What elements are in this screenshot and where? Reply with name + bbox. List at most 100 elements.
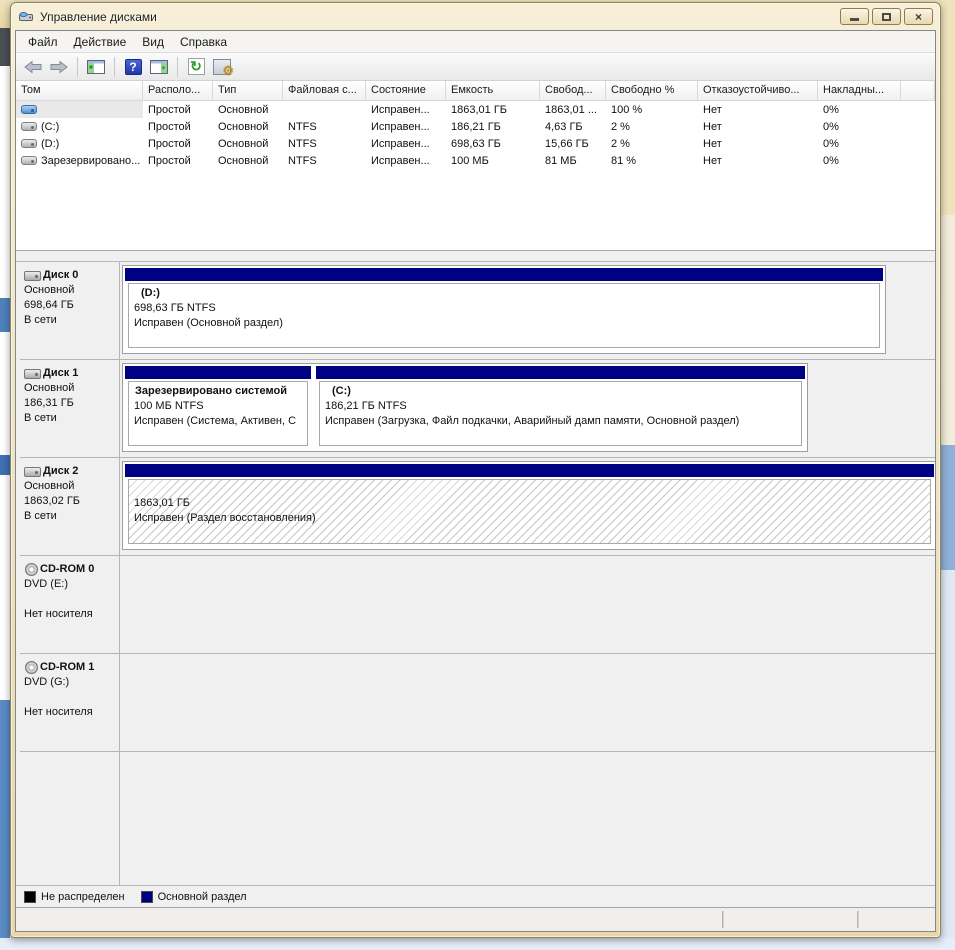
cell-overhead: 0% <box>818 135 901 152</box>
menu-file[interactable]: Файл <box>20 33 66 51</box>
cell-type: Основной <box>213 152 283 169</box>
column-header-status[interactable]: Состояние <box>366 81 446 100</box>
disk-0-label[interactable]: Диск 0 Основной 698,64 ГБ В сети <box>20 262 120 359</box>
minimize-icon <box>850 18 859 21</box>
maximize-icon <box>882 13 891 21</box>
cdrom-icon <box>24 563 38 576</box>
partition-info: (D:) 698,63 ГБ NTFS Исправен (Основной р… <box>128 283 880 348</box>
legend-bar: Не распределен Основной раздел <box>16 885 935 907</box>
cell-filesystem <box>283 101 366 118</box>
cdrom-0-graphic-area <box>120 556 935 653</box>
cell-status: Исправен... <box>366 152 446 169</box>
graphical-view-pane: Диск 0 Основной 698,64 ГБ В сети (D:) 69… <box>16 261 935 885</box>
cdrom-1-graphic-area <box>120 654 935 751</box>
cell-volume: (D:) <box>41 138 59 150</box>
disk-2-label[interactable]: Диск 2 Основной 1863,02 ГБ В сети <box>20 458 120 555</box>
cell-type: Основной <box>213 118 283 135</box>
column-header-free[interactable]: Свобод... <box>540 81 606 100</box>
background-left-blue-band-3 <box>0 700 10 950</box>
column-header-free-pct[interactable]: Свободно % <box>606 81 698 100</box>
statusbar-divider <box>858 911 859 928</box>
legend-label: Основной раздел <box>158 891 247 903</box>
toolbar-separator <box>114 57 115 77</box>
background-left-blue-band <box>0 298 10 332</box>
maximize-button[interactable] <box>872 8 901 25</box>
volume-icon <box>21 105 37 114</box>
cell-free-pct: 2 % <box>606 118 698 135</box>
statusbar-divider <box>723 911 724 928</box>
menu-view[interactable]: Вид <box>134 33 172 51</box>
disk-size: 698,64 ГБ <box>24 298 117 313</box>
column-header-filesystem[interactable]: Файловая с... <box>283 81 366 100</box>
column-header-fault-tolerance[interactable]: Отказоустойчиво... <box>698 81 818 100</box>
cell-free: 1863,01 ... <box>540 101 606 118</box>
help-button[interactable]: ? <box>122 56 144 78</box>
column-header-layout[interactable]: Располо... <box>143 81 213 100</box>
disk-management-window: Управление дисками × Файл Действие Вид С… <box>10 2 941 938</box>
action-pane-button[interactable] <box>148 56 170 78</box>
column-header-volume[interactable]: Том <box>16 81 143 100</box>
menu-help[interactable]: Справка <box>172 33 235 51</box>
cell-status: Исправен... <box>366 118 446 135</box>
menu-action[interactable]: Действие <box>66 33 135 51</box>
console-tree-button[interactable] <box>85 56 107 78</box>
cdrom-row-1: CD-ROM 1 DVD (G:) Нет носителя <box>20 654 935 752</box>
partition-info: Зарезервировано системой 100 МБ NTFS Исп… <box>128 381 308 446</box>
disk-type: Основной <box>24 283 117 298</box>
menubar: Файл Действие Вид Справка <box>16 31 935 53</box>
rescan-disks-button[interactable]: ⚙ <box>211 56 233 78</box>
cell-filesystem: NTFS <box>283 118 366 135</box>
cell-status: Исправен... <box>366 135 446 152</box>
volume-table-header: Том Располо... Тип Файловая с... Состоян… <box>16 81 935 101</box>
partition-system-reserved[interactable]: Зарезервировано системой 100 МБ NTFS Исп… <box>125 366 311 449</box>
cell-overhead: 0% <box>818 101 901 118</box>
minimize-button[interactable] <box>840 8 869 25</box>
pane-splitter[interactable] <box>16 251 935 261</box>
disk-name: Диск 1 <box>43 366 78 381</box>
cell-fault-tolerance: Нет <box>698 101 818 118</box>
partition-c[interactable]: (C:) 186,21 ГБ NTFS Исправен (Загрузка, … <box>316 366 805 449</box>
table-row-system-reserved[interactable]: Зарезервировано... Простой Основной NTFS… <box>16 152 935 169</box>
cell-capacity: 1863,01 ГБ <box>446 101 540 118</box>
volume-icon <box>21 139 37 148</box>
partition-color-bar <box>125 464 934 477</box>
cell-overhead: 0% <box>818 152 901 169</box>
forward-icon <box>50 60 68 74</box>
background-left-blue-band-2 <box>0 455 10 475</box>
partition-label: (D:) <box>134 286 877 301</box>
column-header-overhead[interactable]: Накладны... <box>818 81 901 100</box>
disk-1-label[interactable]: Диск 1 Основной 186,31 ГБ В сети <box>20 360 120 457</box>
background-left-dark-band <box>0 28 10 66</box>
titlebar[interactable]: Управление дисками × <box>15 3 936 30</box>
disk-status: В сети <box>24 411 117 426</box>
cell-capacity: 186,21 ГБ <box>446 118 540 135</box>
table-row-volume-c[interactable]: (C:) Простой Основной NTFS Исправен... 1… <box>16 118 935 135</box>
partition-recovery[interactable]: 1863,01 ГБ Исправен (Раздел восстановлен… <box>125 464 934 547</box>
cell-overhead: 0% <box>818 118 901 135</box>
disk-status: В сети <box>24 313 117 328</box>
cdrom-name: CD-ROM 1 <box>40 660 94 675</box>
partition-size: 1863,01 ГБ <box>134 496 928 511</box>
cell-layout: Простой <box>143 101 213 118</box>
table-row-recovery-volume[interactable]: Простой Основной Исправен... 1863,01 ГБ … <box>16 101 935 118</box>
column-header-capacity[interactable]: Емкость <box>446 81 540 100</box>
disk-size: 186,31 ГБ <box>24 396 117 411</box>
cdrom-0-label[interactable]: CD-ROM 0 DVD (E:) Нет носителя <box>20 556 120 653</box>
cell-fault-tolerance: Нет <box>698 118 818 135</box>
close-button[interactable]: × <box>904 8 933 25</box>
partition-state: Исправен (Раздел восстановления) <box>134 511 928 526</box>
cell-fault-tolerance: Нет <box>698 152 818 169</box>
partition-label: (C:) <box>325 384 799 399</box>
partition-color-bar <box>125 366 311 379</box>
back-button[interactable] <box>22 56 44 78</box>
refresh-button[interactable]: ↻ <box>185 56 207 78</box>
window-title: Управление дисками <box>40 10 157 24</box>
cell-type: Основной <box>213 135 283 152</box>
column-header-type[interactable]: Тип <box>213 81 283 100</box>
table-row-volume-d[interactable]: (D:) Простой Основной NTFS Исправен... 6… <box>16 135 935 152</box>
cdrom-1-label[interactable]: CD-ROM 1 DVD (G:) Нет носителя <box>20 654 120 751</box>
partition-d[interactable]: (D:) 698,63 ГБ NTFS Исправен (Основной р… <box>125 268 883 351</box>
disk-icon <box>24 271 41 281</box>
forward-button[interactable] <box>48 56 70 78</box>
cell-fault-tolerance: Нет <box>698 135 818 152</box>
